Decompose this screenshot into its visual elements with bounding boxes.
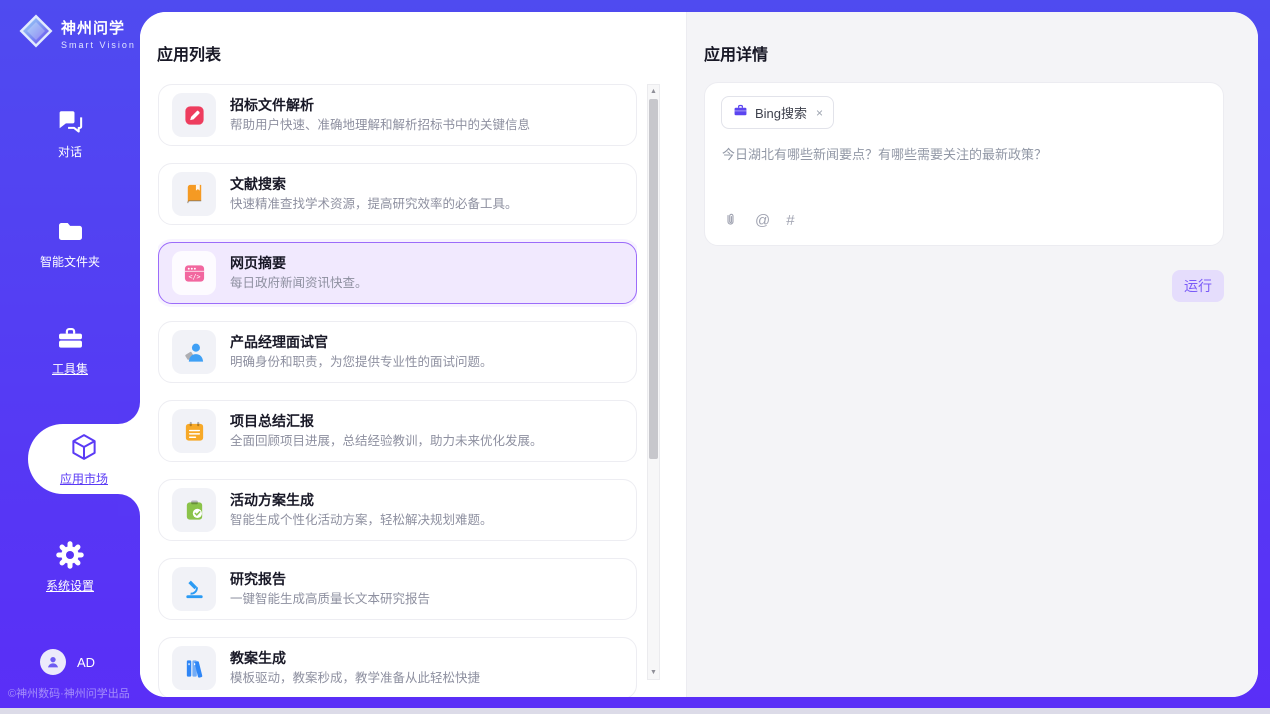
sidebar-item-label: 智能文件夹	[0, 253, 140, 270]
browser-icon: </>	[172, 251, 216, 295]
sidebar: 神州问学 Smart Vision 对话智能文件夹工具集应用市场系统设置 AD …	[0, 0, 140, 714]
user-name: AD	[77, 655, 95, 670]
sidebar-item-settings[interactable]: 系统设置	[0, 540, 140, 594]
brand-subtitle: Smart Vision	[61, 40, 136, 50]
app-title: 网页摘要	[230, 255, 368, 272]
remove-tag-icon[interactable]: ×	[816, 106, 823, 120]
cube-icon	[69, 432, 99, 467]
app-card[interactable]: 招标文件解析帮助用户快速、准确地理解和解析招标书中的关键信息	[158, 84, 637, 146]
brand: 神州问学 Smart Vision	[18, 13, 136, 54]
mention-icon[interactable]: @	[755, 212, 770, 229]
app-desc: 快速精准查找学术资源，提高研究效率的必备工具。	[230, 197, 518, 212]
sidebar-item-label: 系统设置	[0, 577, 140, 594]
app-title: 项目总结汇报	[230, 413, 543, 430]
app-card-text: 产品经理面试官明确身份和职责，为您提供专业性的面试问题。	[230, 334, 493, 370]
app-title: 产品经理面试官	[230, 334, 493, 351]
app-desc: 智能生成个性化活动方案，轻松解决规划难题。	[230, 513, 493, 528]
app-card[interactable]: 文献搜索快速精准查找学术资源，提高研究效率的必备工具。	[158, 163, 637, 225]
prompt-input[interactable]: 今日湖北有哪些新闻要点？有哪些需要关注的最新政策？	[722, 146, 1203, 164]
scroll-down-icon[interactable]: ▼	[648, 669, 659, 676]
person-doc-icon	[172, 330, 216, 374]
prompt-toolbar: @ #	[722, 212, 795, 229]
app-title: 教案生成	[230, 650, 480, 667]
app-desc: 帮助用户快速、准确地理解和解析招标书中的关键信息	[230, 118, 530, 133]
avatar[interactable]	[40, 649, 66, 675]
app-card[interactable]: 研究报告一键智能生成高质量长文本研究报告	[158, 558, 637, 620]
notepad-icon	[172, 409, 216, 453]
app-card[interactable]: </> 网页摘要每日政府新闻资讯快查。	[158, 242, 637, 304]
scrollbar-thumb[interactable]	[649, 99, 658, 459]
app-title: 活动方案生成	[230, 492, 493, 509]
brand-name: 神州问学	[61, 17, 136, 38]
pencil-icon	[172, 93, 216, 137]
scrollbar[interactable]: ▲ ▼	[647, 84, 660, 680]
app-card-list: 招标文件解析帮助用户快速、准确地理解和解析招标书中的关键信息文献搜索快速精准查找…	[158, 84, 637, 697]
folder-icon	[0, 216, 140, 246]
briefcase-icon	[733, 103, 748, 123]
app-title: 文献搜索	[230, 176, 518, 193]
app-card-text: 招标文件解析帮助用户快速、准确地理解和解析招标书中的关键信息	[230, 97, 530, 133]
sidebar-item-smart-folder[interactable]: 智能文件夹	[0, 216, 140, 270]
sidebar-item-app-market[interactable]: 应用市场	[28, 424, 140, 494]
sidebar-item-chat[interactable]: 对话	[0, 106, 140, 160]
chat-icon	[0, 106, 140, 136]
app-title: 研究报告	[230, 571, 430, 588]
books-icon	[172, 646, 216, 690]
run-button[interactable]: 运行	[1172, 270, 1224, 302]
app-card-text: 项目总结汇报全面回顾项目进展，总结经验教训，助力未来优化发展。	[230, 413, 543, 449]
copyright: ©神州数码·神州问学出品	[8, 685, 130, 701]
gear-icon	[0, 540, 140, 570]
brand-logo-icon	[18, 13, 54, 54]
tool-tag-label: Bing搜索	[755, 103, 807, 122]
sidebar-item-toolset[interactable]: 工具集	[0, 323, 140, 377]
app-detail-title: 应用详情	[704, 41, 768, 65]
bubble-curve-top	[118, 402, 140, 424]
user-row[interactable]: AD	[40, 649, 95, 675]
app-title: 招标文件解析	[230, 97, 530, 114]
app-desc: 明确身份和职责，为您提供专业性的面试问题。	[230, 355, 493, 370]
content-area: 应用列表 招标文件解析帮助用户快速、准确地理解和解析招标书中的关键信息文献搜索快…	[140, 12, 1258, 697]
app-desc: 每日政府新闻资讯快查。	[230, 276, 368, 291]
run-row: 运行	[704, 270, 1224, 302]
app-card-text: 活动方案生成智能生成个性化活动方案，轻松解决规划难题。	[230, 492, 493, 528]
app-card-text: 教案生成模板驱动，教案秒成，教学准备从此轻松快捷	[230, 650, 480, 686]
sidebar-item-label: 工具集	[0, 360, 140, 377]
app-list-title: 应用列表	[157, 41, 221, 65]
app-card[interactable]: 活动方案生成智能生成个性化活动方案，轻松解决规划难题。	[158, 479, 637, 541]
book-icon	[172, 172, 216, 216]
sidebar-item-label: 对话	[0, 143, 140, 160]
app-desc: 模板驱动，教案秒成，教学准备从此轻松快捷	[230, 671, 480, 686]
clipboard-icon	[172, 488, 216, 532]
bottom-strip	[0, 708, 1270, 714]
prompt-card[interactable]: Bing搜索 × 今日湖北有哪些新闻要点？有哪些需要关注的最新政策？ @ #	[704, 82, 1224, 246]
app-window: 神州问学 Smart Vision 对话智能文件夹工具集应用市场系统设置 AD …	[0, 0, 1270, 714]
topic-icon[interactable]: #	[786, 212, 794, 229]
bubble-curve-bottom	[118, 494, 140, 516]
app-desc: 全面回顾项目进展，总结经验教训，助力未来优化发展。	[230, 434, 543, 449]
scroll-up-icon[interactable]: ▲	[648, 88, 659, 95]
paperclip-icon[interactable]	[722, 212, 739, 229]
tool-tag-bing[interactable]: Bing搜索 ×	[721, 96, 834, 129]
app-card[interactable]: 教案生成模板驱动，教案秒成，教学准备从此轻松快捷	[158, 637, 637, 697]
app-desc: 一键智能生成高质量长文本研究报告	[230, 592, 430, 607]
sidebar-item-label: 应用市场	[60, 470, 108, 487]
toolbox-icon	[0, 323, 140, 353]
app-card-text: 网页摘要每日政府新闻资讯快查。	[230, 255, 368, 291]
app-detail-panel: 应用详情 Bing搜索 × 今日湖北有哪些新闻要点？有哪些需要关注的最新政策？	[686, 12, 1258, 697]
app-list-panel: 应用列表 招标文件解析帮助用户快速、准确地理解和解析招标书中的关键信息文献搜索快…	[140, 12, 686, 697]
app-card[interactable]: 产品经理面试官明确身份和职责，为您提供专业性的面试问题。	[158, 321, 637, 383]
app-card[interactable]: 项目总结汇报全面回顾项目进展，总结经验教训，助力未来优化发展。	[158, 400, 637, 462]
svg-text:</>: </>	[188, 272, 200, 280]
app-card-text: 研究报告一键智能生成高质量长文本研究报告	[230, 571, 430, 607]
app-card-text: 文献搜索快速精准查找学术资源，提高研究效率的必备工具。	[230, 176, 518, 212]
microscope-icon	[172, 567, 216, 611]
